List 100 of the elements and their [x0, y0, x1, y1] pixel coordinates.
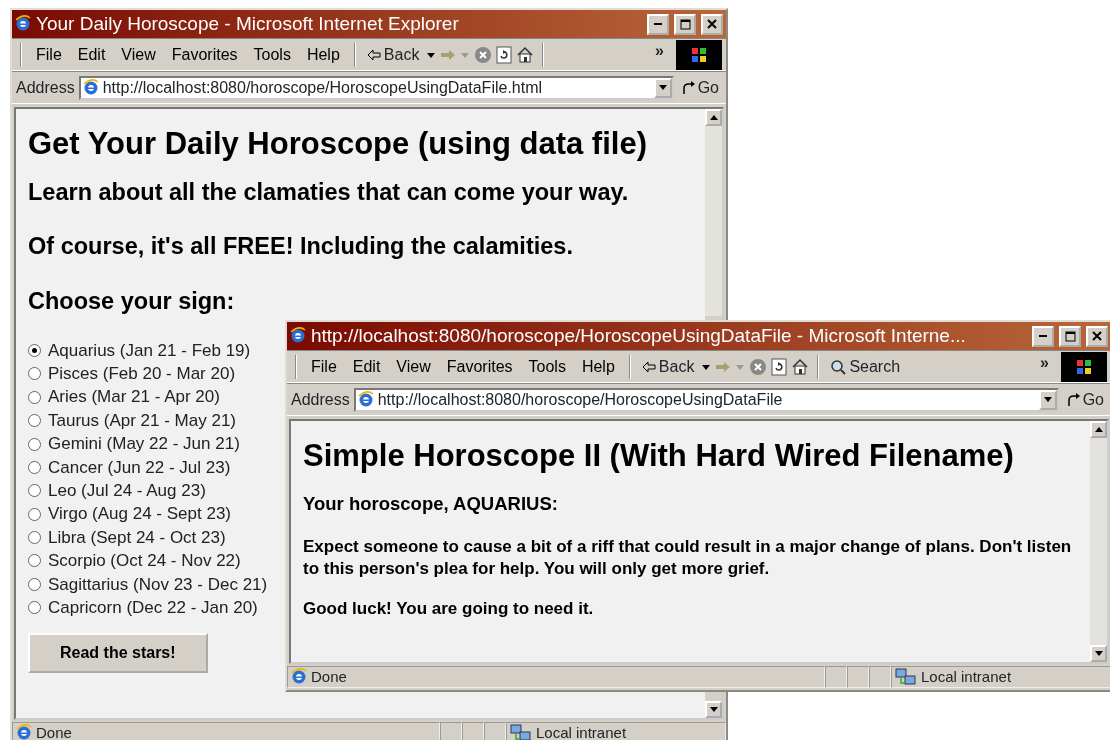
maximize-icon [1064, 330, 1076, 342]
menu-item[interactable]: Tools [522, 352, 572, 381]
menu-item[interactable]: View [115, 40, 162, 69]
browser-icon [16, 724, 32, 740]
menu-item[interactable]: Help [575, 352, 621, 381]
status-text: Done [36, 722, 72, 740]
minimize-button[interactable] [647, 13, 669, 35]
menu-item[interactable]: Favorites [440, 352, 519, 381]
zone-text: Local intranet [921, 666, 1012, 687]
radio-button[interactable] [28, 577, 41, 591]
status-panel [462, 722, 484, 740]
back-button[interactable]: Back [638, 352, 698, 381]
radio-button[interactable] [28, 414, 41, 428]
windows-flag-icon [690, 46, 708, 63]
browser-icon [15, 15, 31, 33]
radio-label: Gemini (May 22 - Jun 21) [48, 433, 240, 456]
maximize-button[interactable] [1059, 325, 1081, 347]
toolbar-chevron[interactable]: » [1040, 351, 1049, 375]
window-title: http://localhost:8080/horoscope/HoroscopeUsingDataFile - Microsoft Interne... [311, 323, 967, 348]
dropdown-button[interactable] [1038, 389, 1057, 410]
scroll-up-button[interactable] [1090, 421, 1107, 438]
radio-button[interactable] [28, 507, 41, 521]
go-arrow-icon [1065, 392, 1080, 407]
refresh-icon[interactable] [496, 45, 513, 64]
go-button[interactable]: Go [1062, 385, 1107, 414]
search-button[interactable]: Search [827, 352, 904, 381]
radio-button[interactable] [28, 343, 41, 357]
radio-label: Sagittarius (Nov 23 - Dec 21) [48, 573, 268, 596]
maximize-button[interactable] [674, 13, 696, 35]
menu-item[interactable]: View [390, 352, 437, 381]
close-icon [707, 19, 717, 29]
home-icon[interactable] [791, 358, 810, 375]
radio-button[interactable] [28, 460, 41, 474]
scroll-down-button[interactable] [1090, 645, 1107, 662]
scroll-down-icon [1094, 651, 1103, 656]
address-label: Address [16, 77, 75, 98]
status-text: Done [311, 666, 347, 687]
scroll-up-icon [709, 115, 718, 120]
radio-button[interactable] [28, 531, 41, 545]
dropdown-arrow-icon [658, 85, 667, 90]
radio-button[interactable] [28, 390, 41, 404]
network-icon [895, 668, 917, 686]
back-arrow-icon [641, 360, 656, 373]
radio-label: Scorpio (Oct 24 - Nov 22) [48, 550, 241, 573]
radio-button[interactable] [28, 437, 41, 451]
radio-label: Virgo (Aug 24 - Sept 23) [48, 503, 231, 526]
radio-button[interactable] [28, 554, 41, 568]
page-subheading: Your horoscope, AQUARIUS: [303, 492, 559, 517]
address-field[interactable]: http://localhost:8080/horoscope/HoroscopeUsingDataFile.html [78, 75, 674, 100]
address-text: http://localhost:8080/horoscope/HoroscopeUsingDataFile.html [102, 77, 543, 98]
close-button[interactable] [1086, 325, 1108, 347]
scroll-up-icon [1094, 427, 1103, 432]
maximize-icon [679, 18, 691, 30]
browser-icon [290, 327, 306, 345]
radio-label: Cancer (Jun 22 - Jul 23) [48, 456, 231, 479]
address-field[interactable]: http://localhost:8080/horoscope/HoroscopeUsingDataFile [353, 387, 1059, 412]
submit-button[interactable]: Read the stars! [28, 633, 208, 674]
minimize-button[interactable] [1032, 325, 1054, 347]
minimize-icon [654, 23, 662, 25]
search-icon [830, 358, 847, 375]
menu-item[interactable]: File [30, 40, 68, 69]
menu-item[interactable]: Tools [247, 40, 297, 69]
network-icon [510, 724, 532, 740]
home-icon[interactable] [516, 46, 535, 63]
radio-label: Aries (Mar 21 - Apr 20) [48, 386, 220, 409]
refresh-icon[interactable] [771, 357, 788, 376]
page-icon [82, 78, 99, 97]
address-text: http://localhost:8080/horoscope/HoroscopeUsingDataFile [377, 389, 783, 410]
close-icon [1092, 331, 1102, 341]
dropdown-button[interactable] [653, 77, 672, 98]
paragraph: Good luck! You are going to need it. [303, 598, 595, 621]
windows-flag-icon [1075, 358, 1093, 375]
back-arrow-icon [366, 48, 381, 61]
radio-label: Aquarius (Jan 21 - Feb 19) [48, 339, 251, 362]
menu-item[interactable]: Edit [346, 352, 387, 381]
radio-button[interactable] [28, 601, 41, 615]
scroll-down-button[interactable] [705, 701, 722, 718]
radio-label: Capricorn (Dec 22 - Jan 20) [48, 597, 258, 619]
toolbar-chevron[interactable]: » [655, 39, 664, 63]
zone-text: Local intranet [536, 722, 627, 740]
window-title: Your Daily Horoscope - Microsoft Internet Explorer [36, 11, 460, 36]
dropdown-caret-icon[interactable] [426, 50, 437, 59]
radio-button[interactable] [28, 484, 41, 498]
close-button[interactable] [701, 13, 723, 35]
go-arrow-icon [680, 80, 695, 95]
page-icon [357, 390, 374, 409]
menu-item[interactable]: File [305, 352, 343, 381]
browser-icon [291, 668, 307, 686]
menu-item[interactable]: Edit [71, 40, 112, 69]
radio-label: Libra (Sept 24 - Oct 23) [48, 526, 226, 549]
scroll-up-button[interactable] [705, 109, 722, 126]
menu-item[interactable]: Favorites [165, 40, 244, 69]
radio-label: Taurus (Apr 21 - May 21) [48, 409, 236, 432]
back-button[interactable]: Back [363, 40, 423, 69]
page-subheading: Learn about all the clamaties that can come your way. [28, 178, 630, 207]
dropdown-caret-icon[interactable] [701, 362, 712, 371]
go-button[interactable]: Go [677, 73, 722, 102]
menu-item[interactable]: Help [300, 40, 346, 69]
radio-button[interactable] [28, 367, 41, 381]
page-heading: Get Your Daily Horoscope (using data file) [28, 125, 648, 163]
